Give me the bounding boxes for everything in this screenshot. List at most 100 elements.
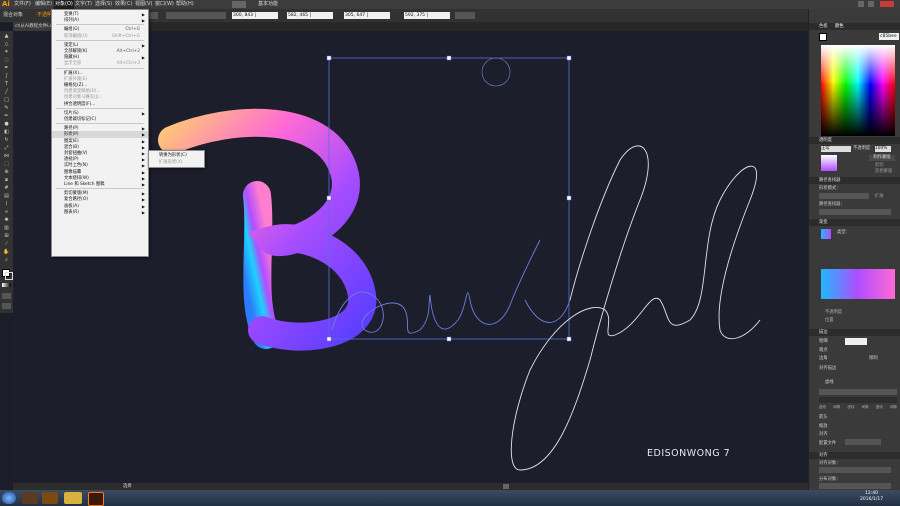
selection-handle: [446, 336, 452, 342]
eyedropper-tool-icon[interactable]: ⌇: [2, 201, 11, 207]
menu-object[interactable]: 对象(O): [54, 0, 74, 9]
minimize-icon[interactable]: [858, 1, 864, 7]
slice-tool-icon[interactable]: ⟋: [2, 241, 11, 247]
rectangle-tool-icon[interactable]: □: [2, 97, 11, 103]
gradient-tool-icon[interactable]: ▤: [2, 193, 11, 199]
taskbar-app-icon[interactable]: [22, 492, 38, 504]
pen-tool-icon[interactable]: ✒: [2, 65, 11, 71]
profile-label: 配置文件: [819, 441, 837, 446]
rotate-tool-icon[interactable]: ↻: [2, 137, 11, 143]
lasso-tool-icon[interactable]: ◌: [2, 57, 11, 63]
transform-button[interactable]: [455, 12, 475, 19]
convert-to-shape-item[interactable]: 转换为形状(C): [159, 152, 187, 159]
perspective-grid-tool-icon[interactable]: ⧈: [2, 177, 11, 183]
menu-item[interactable]: 拼合透明度(F)...: [52, 101, 148, 108]
dashed-line-checkbox[interactable]: 虚线: [825, 379, 834, 385]
curvature-tool-icon[interactable]: ∫: [2, 73, 11, 79]
menu-item[interactable]: 排列(A) ▶: [52, 17, 148, 24]
hand-tool-icon[interactable]: ✋: [2, 249, 11, 255]
pathfinder-expand-button[interactable]: 扩展: [875, 193, 884, 199]
stroke-swatch[interactable]: [5, 272, 13, 280]
file-explorer-icon[interactable]: [64, 492, 82, 504]
start-button-icon[interactable]: [2, 492, 16, 504]
distribute-buttons[interactable]: [166, 12, 226, 19]
gradient-location-label: 位置: [825, 318, 834, 323]
opacity-field[interactable]: 100%: [875, 146, 891, 152]
dash-gap-fields[interactable]: [819, 397, 897, 403]
menu-select[interactable]: 选择(S): [95, 0, 112, 9]
shape-builder-tool-icon[interactable]: ⊕: [2, 169, 11, 175]
screen-mode-icon[interactable]: [2, 303, 11, 309]
illustrator-taskbar-icon[interactable]: [88, 492, 104, 506]
paintbrush-tool-icon[interactable]: ✎: [2, 105, 11, 111]
menu-file[interactable]: 文件(F): [14, 0, 31, 9]
artboard-tool-icon[interactable]: ⊞: [2, 233, 11, 239]
hex-color-field[interactable]: c85bee: [879, 33, 899, 40]
gradient-thumbnail[interactable]: [821, 229, 831, 239]
menu-item[interactable]: 取消编组(U) Shift+Ctrl+G: [52, 33, 148, 40]
menu-window[interactable]: 窗口(W): [155, 0, 174, 9]
shape-mode-buttons[interactable]: [819, 193, 869, 199]
system-clock[interactable]: 12:40 2016/1/17: [860, 491, 883, 503]
symbol-sprayer-tool-icon[interactable]: ✺: [2, 217, 11, 223]
stroke-cap-label: 端点: [819, 348, 828, 353]
bridge-button[interactable]: [232, 1, 246, 8]
menu-item[interactable]: 创建裁切标记(C): [52, 116, 148, 123]
tab-color[interactable]: 颜色: [835, 23, 844, 30]
blend-mode-dropdown[interactable]: 正常: [821, 146, 851, 152]
free-transform-tool-icon[interactable]: ⬚: [2, 161, 11, 167]
menu-view[interactable]: 视图(V): [135, 0, 152, 9]
stroke-limit-label: 限制: [869, 356, 878, 361]
menu-item[interactable]: 显示全部 Alt+Ctrl+3: [52, 60, 148, 67]
invert-mask-checkbox[interactable]: 反相蒙版: [875, 168, 892, 174]
menu-help[interactable]: 帮助(H): [176, 0, 194, 9]
distribute-objects-buttons[interactable]: [819, 483, 891, 489]
gradient-preview-swatch[interactable]: [821, 269, 895, 299]
menu-edit[interactable]: 编辑(E): [35, 0, 52, 9]
workspace-switcher[interactable]: 基本功能: [258, 0, 278, 9]
pathfinder-buttons[interactable]: [819, 209, 891, 215]
taskbar-app-icon[interactable]: [42, 492, 58, 504]
selection-tool-icon[interactable]: ▲: [2, 33, 11, 39]
make-mask-button[interactable]: 制作蒙版: [869, 155, 895, 161]
selection-handle: [326, 195, 332, 201]
menu-item-label: 排列(A): [64, 18, 79, 24]
menu-item-label: Line 和 Sketch 图稿: [64, 182, 105, 187]
direct-selection-tool-icon[interactable]: △: [2, 41, 11, 47]
transparency-panel-header: 透明度: [809, 137, 900, 144]
mouse-cursor-icon: ↖: [100, 155, 108, 165]
width-tool-icon[interactable]: ⋈: [2, 153, 11, 159]
width-field[interactable]: 305, 647 |: [344, 12, 390, 19]
y-field[interactable]: 582, 465 |: [287, 12, 333, 19]
dash-preset-buttons[interactable]: [819, 389, 897, 395]
mesh-tool-icon[interactable]: #: [2, 185, 11, 191]
maximize-icon[interactable]: [868, 1, 874, 7]
pencil-tool-icon[interactable]: ✏: [2, 113, 11, 119]
stroke-weight-field[interactable]: [845, 338, 867, 345]
right-panel-dock: 色板 颜色 c85bee 透明度 正常 不透明度 100% 制作蒙版 剪切 反相…: [808, 9, 900, 490]
height-field[interactable]: 592, 375 |: [404, 12, 450, 19]
horizontal-scrollbar-thumb[interactable]: [503, 484, 509, 489]
close-icon[interactable]: [880, 1, 894, 7]
eraser-tool-icon[interactable]: ◧: [2, 129, 11, 135]
line-tool-icon[interactable]: ╱: [2, 89, 11, 95]
profile-dropdown[interactable]: [845, 439, 881, 445]
gradient-swatch-icon[interactable]: [2, 283, 11, 287]
magic-wand-tool-icon[interactable]: ✶: [2, 49, 11, 55]
zoom-tool-icon[interactable]: ⌕: [2, 257, 11, 263]
tab-swatches[interactable]: 色板: [819, 23, 828, 30]
expand-shape-item[interactable]: 扩展形状(X): [159, 159, 182, 166]
type-tool-icon[interactable]: T: [2, 81, 11, 87]
menu-type[interactable]: 文字(T): [75, 0, 92, 9]
menu-item[interactable]: Line 和 Sketch 图稿 ▶: [52, 181, 148, 188]
graph-tool-icon[interactable]: ▥: [2, 225, 11, 231]
menu-item[interactable]: 图表(R) ▶: [52, 209, 148, 216]
x-field[interactable]: 300, 843 |: [232, 12, 278, 19]
blend-tool-icon[interactable]: ∞: [2, 209, 11, 215]
scale-tool-icon[interactable]: ⤢: [2, 145, 11, 151]
menu-effect[interactable]: 效果(C): [115, 0, 132, 9]
align-objects-buttons[interactable]: [819, 467, 891, 473]
draw-mode-icon[interactable]: [2, 293, 11, 299]
color-fill-swatch[interactable]: [819, 33, 827, 41]
blob-brush-tool-icon[interactable]: ●: [2, 121, 11, 127]
